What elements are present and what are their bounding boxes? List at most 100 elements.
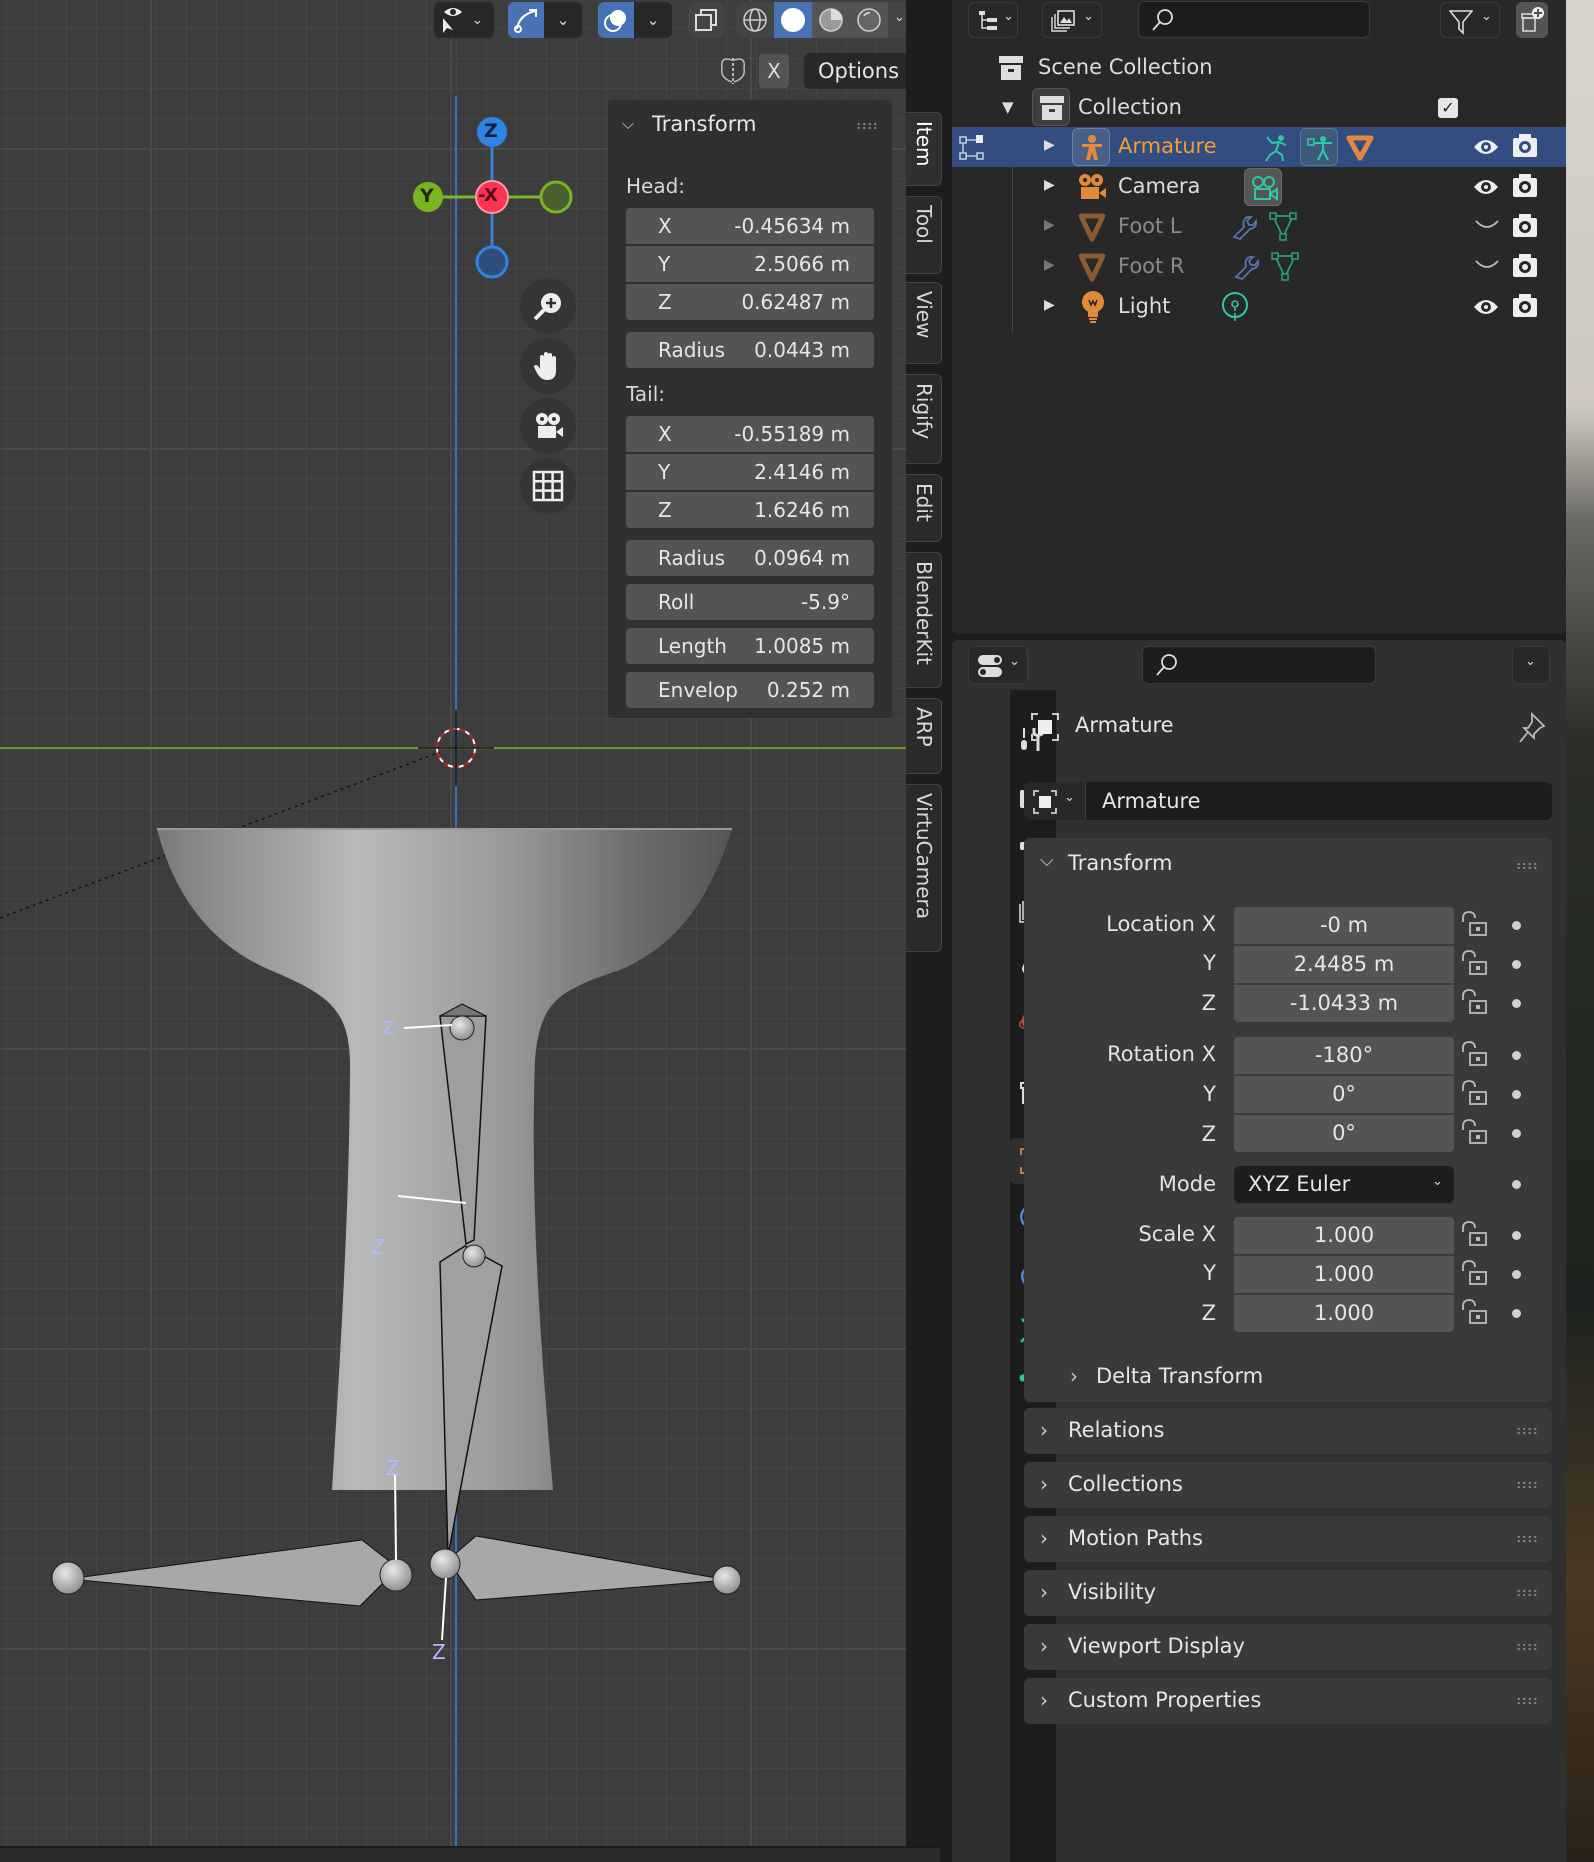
motion-paths-panel[interactable]: › Motion Paths <box>1024 1516 1552 1562</box>
filter-view-dropdown[interactable]: ⌄ <box>1042 2 1102 38</box>
overlay-circles-icon[interactable] <box>598 2 634 38</box>
drag-grip-icon[interactable] <box>1516 1481 1538 1489</box>
transform-panel-title[interactable]: Transform <box>652 112 756 136</box>
transform-panel-title[interactable]: Transform <box>1068 851 1172 875</box>
outliner-item-foot-r[interactable]: ▶ Foot R <box>952 247 1566 287</box>
tab-virtucamera[interactable]: VirtuCamera <box>906 784 942 952</box>
keyframe-dot-icon[interactable] <box>1512 921 1521 930</box>
selectability-menu[interactable]: ⌄ <box>434 2 494 38</box>
solid-shading-icon[interactable] <box>774 2 812 38</box>
wireframe-shading-icon[interactable] <box>736 2 774 38</box>
envelope-field[interactable]: Envelop 0.252 m <box>626 672 874 708</box>
zoom-view-button[interactable] <box>520 278 576 334</box>
unlocked-padlock-icon[interactable] <box>1460 1298 1488 1326</box>
unlocked-padlock-icon[interactable] <box>1460 1079 1488 1107</box>
chevron-down-icon[interactable]: ⌵ <box>1040 850 1054 871</box>
scale-z-field[interactable]: 1.000 <box>1234 1295 1454 1332</box>
head-z-field[interactable]: Z 0.62487 m <box>626 284 874 320</box>
expand-triangle-icon[interactable]: ▶ <box>1044 257 1055 273</box>
properties-options-dropdown[interactable]: ⌄ <box>1512 646 1550 684</box>
ortho-toggle-button[interactable] <box>520 458 576 514</box>
keyframe-dot-icon[interactable] <box>1512 960 1521 969</box>
collapse-triangle-icon[interactable]: ▼ <box>1002 98 1014 116</box>
tail-radius-field[interactable]: Radius 0.0964 m <box>626 540 874 576</box>
expand-triangle-icon[interactable]: ▶ <box>1044 217 1055 233</box>
outliner-item-foot-l[interactable]: ▶ Foot L <box>952 207 1566 247</box>
drag-grip-icon[interactable] <box>1516 1535 1538 1543</box>
unlocked-padlock-icon[interactable] <box>1460 949 1488 977</box>
head-radius-field[interactable]: Radius 0.0443 m <box>626 332 874 368</box>
rotation-mode-dropdown[interactable]: XYZ Euler ⌄ <box>1234 1166 1454 1203</box>
pan-view-button[interactable] <box>520 338 576 394</box>
drag-grip-icon[interactable] <box>1516 1589 1538 1597</box>
outliner-search-input[interactable] <box>1138 1 1370 38</box>
location-x-field[interactable]: -0 m <box>1234 907 1454 944</box>
keyframe-dot-icon[interactable] <box>1512 999 1521 1008</box>
shading-modes[interactable] <box>736 2 906 38</box>
outliner-item-armature[interactable]: ▶ Armature <box>952 127 1566 167</box>
outliner-collection[interactable]: ▼ Collection ✓ <box>952 88 1566 128</box>
keyframe-dot-icon[interactable] <box>1512 1090 1521 1099</box>
visibility-panel[interactable]: › Visibility <box>1024 1570 1552 1616</box>
rotation-y-field[interactable]: 0° <box>1234 1076 1454 1113</box>
object-name-field[interactable]: ⌄ Armature <box>1024 782 1552 820</box>
drag-grip-icon[interactable] <box>1516 1427 1538 1435</box>
chevron-down-icon[interactable]: ⌄ <box>634 2 672 38</box>
keyframe-dot-icon[interactable] <box>1512 1231 1521 1240</box>
keyframe-dot-icon[interactable] <box>1512 1051 1521 1060</box>
length-field[interactable]: Length 1.0085 m <box>626 628 874 664</box>
roll-field[interactable]: Roll -5.9° <box>626 584 874 620</box>
unlocked-padlock-icon[interactable] <box>1460 1259 1488 1287</box>
expand-triangle-icon[interactable]: ▶ <box>1044 297 1055 313</box>
unlocked-padlock-icon[interactable] <box>1460 1040 1488 1068</box>
display-mode-dropdown[interactable]: ⌄ <box>968 2 1018 38</box>
gizmo-arrow-icon[interactable] <box>508 2 544 38</box>
object-browse-dropdown[interactable]: ⌄ <box>1024 782 1086 820</box>
outliner-item-camera[interactable]: ▶ Camera <box>952 165 1566 333</box>
shading-options-chevron[interactable]: ⌄ <box>894 10 905 25</box>
keyframe-dot-icon[interactable] <box>1512 1270 1521 1279</box>
drag-grip-icon[interactable] <box>1516 862 1538 870</box>
exclude-checkbox[interactable]: ✓ <box>1438 98 1458 118</box>
location-z-field[interactable]: -1.0433 m <box>1234 985 1454 1022</box>
outliner-item-light[interactable]: ▶ Light <box>952 287 1566 327</box>
tab-item[interactable]: Item <box>906 112 942 186</box>
collections-panel[interactable]: › Collections <box>1024 1462 1552 1508</box>
head-y-field[interactable]: Y 2.5066 m <box>626 246 874 282</box>
chevron-right-icon[interactable]: › <box>1070 1364 1078 1388</box>
gizmo-menu[interactable]: ⌄ <box>508 2 582 38</box>
mirror-x-toggle[interactable]: X <box>759 54 789 88</box>
chevron-down-icon[interactable]: ⌵ <box>622 114 634 134</box>
keyframe-dot-icon[interactable] <box>1512 1129 1521 1138</box>
drag-grip-icon[interactable] <box>1516 1697 1538 1705</box>
editor-type-dropdown[interactable]: ⌄ <box>968 646 1028 684</box>
unlocked-padlock-icon[interactable] <box>1460 988 1488 1016</box>
chevron-down-icon[interactable]: ⌄ <box>544 2 582 38</box>
rotation-x-field[interactable]: -180° <box>1234 1037 1454 1074</box>
scale-x-field[interactable]: 1.000 <box>1234 1217 1454 1254</box>
tab-rigify[interactable]: Rigify <box>906 374 942 464</box>
rotation-z-field[interactable]: 0° <box>1234 1115 1454 1152</box>
head-x-field[interactable]: X -0.45634 m <box>626 208 874 244</box>
properties-search-input[interactable] <box>1142 646 1376 684</box>
armature-data-icon[interactable] <box>1300 128 1338 166</box>
keyframe-dot-icon[interactable] <box>1512 1180 1521 1189</box>
viewport-display-panel[interactable]: › Viewport Display <box>1024 1624 1552 1670</box>
unlocked-padlock-icon[interactable] <box>1460 1118 1488 1146</box>
tail-x-field[interactable]: X -0.55189 m <box>626 416 874 452</box>
drag-grip-icon[interactable] <box>856 122 878 130</box>
unlocked-padlock-icon[interactable] <box>1460 910 1488 938</box>
location-y-field[interactable]: 2.4485 m <box>1234 946 1454 983</box>
outliner-scene-collection[interactable]: Scene Collection <box>952 48 1566 88</box>
tail-y-field[interactable]: Y 2.4146 m <box>626 454 874 490</box>
xray-toggle[interactable] <box>688 2 724 38</box>
material-preview-icon[interactable] <box>812 2 850 38</box>
new-collection-button[interactable] <box>1516 2 1548 38</box>
camera-view-button[interactable] <box>520 398 576 454</box>
keyframe-dot-icon[interactable] <box>1512 1309 1521 1318</box>
camera-data-icon[interactable] <box>1244 168 1282 206</box>
options-dropdown[interactable]: Options ⌄ <box>804 53 906 89</box>
scale-y-field[interactable]: 1.000 <box>1234 1256 1454 1293</box>
rendered-shading-icon[interactable] <box>850 2 888 38</box>
overlays-menu[interactable]: ⌄ <box>598 2 672 38</box>
